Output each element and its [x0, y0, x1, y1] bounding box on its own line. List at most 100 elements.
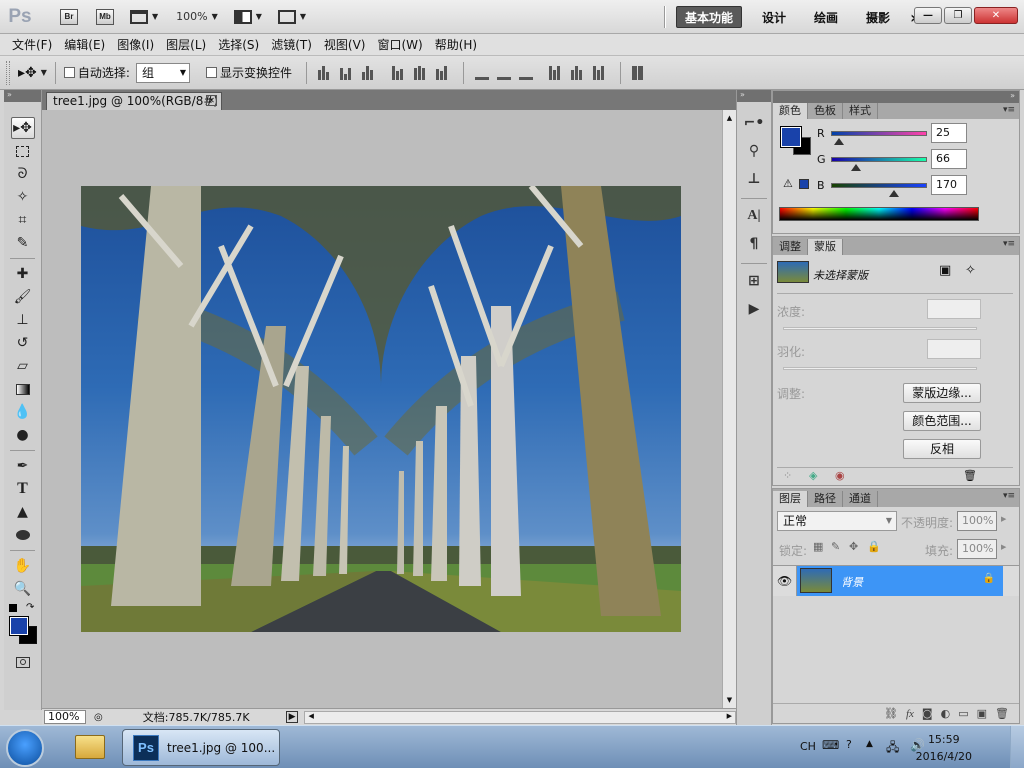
g-value-field[interactable]: 66: [931, 149, 967, 169]
arrange-documents-button[interactable]: ▼: [233, 6, 262, 28]
web-safe-swatch[interactable]: [799, 179, 809, 189]
tab-paths[interactable]: 路径: [808, 491, 843, 507]
lock-position-icon[interactable]: ✥: [849, 540, 858, 553]
gradient-tool-icon[interactable]: [11, 378, 35, 400]
eraser-tool-icon[interactable]: ▱: [11, 355, 35, 377]
fill-field[interactable]: 100%: [957, 539, 997, 559]
menu-select[interactable]: 选择(S): [212, 34, 265, 56]
menu-help[interactable]: 帮助(H): [429, 34, 483, 56]
distribute-left-icon[interactable]: [548, 65, 565, 80]
align-bottom-icon[interactable]: [361, 65, 378, 80]
align-top-icon[interactable]: [317, 65, 334, 80]
eyedropper-tool-icon[interactable]: ✎: [11, 232, 35, 254]
tab-layers[interactable]: 图层: [773, 491, 808, 507]
horizontal-scrollbar[interactable]: ◀ ▶: [304, 710, 736, 724]
tab-adjustments[interactable]: 调整: [773, 239, 808, 255]
zoom-level-select[interactable]: 100% ▼: [176, 6, 218, 28]
b-slider-thumb[interactable]: [889, 190, 899, 197]
screen-mode-button[interactable]: ▼: [277, 6, 306, 28]
opacity-caret[interactable]: ▶: [1001, 515, 1006, 523]
healing-brush-tool-icon[interactable]: ✚: [11, 263, 35, 285]
tray-expand-icon[interactable]: ▲: [866, 739, 873, 749]
r-value-field[interactable]: 25: [931, 123, 967, 143]
menu-image[interactable]: 图像(I): [111, 34, 160, 56]
explorer-taskbar-icon[interactable]: [66, 729, 114, 766]
align-vcenter-icon[interactable]: [339, 66, 356, 80]
hand-tool-icon[interactable]: ✋: [11, 555, 35, 577]
document-image[interactable]: [81, 186, 681, 632]
marquee-tool-icon[interactable]: [11, 140, 35, 162]
crop-tool-icon[interactable]: ⌗: [11, 209, 35, 231]
start-button[interactable]: [6, 729, 44, 767]
color-panel-fg-swatch[interactable]: [780, 126, 802, 148]
options-grip[interactable]: [6, 60, 10, 85]
invert-button[interactable]: 反相: [903, 439, 981, 459]
vertical-scrollbar[interactable]: ▲ ▼: [722, 110, 736, 708]
menu-view[interactable]: 视图(V): [318, 34, 372, 56]
swap-colors-icon[interactable]: ↷: [26, 602, 34, 613]
apply-mask-icon[interactable]: ◈: [809, 469, 817, 482]
new-layer-icon[interactable]: ▣: [977, 707, 987, 720]
new-adjustment-layer-icon[interactable]: ◐: [941, 707, 951, 720]
layer-row[interactable]: 👁 背景 🔒: [773, 566, 1019, 596]
link-layers-icon[interactable]: ⛓: [884, 707, 898, 720]
color-range-button[interactable]: 颜色范围...: [903, 411, 981, 431]
opacity-field[interactable]: 100%: [957, 511, 997, 531]
canvas-area[interactable]: [42, 110, 722, 708]
pen-tool-icon[interactable]: ✒: [11, 455, 35, 477]
lock-image-icon[interactable]: ✎: [831, 540, 840, 553]
network-icon[interactable]: 🖧: [886, 738, 899, 759]
scroll-up-icon[interactable]: ▲: [723, 114, 736, 122]
lock-all-icon[interactable]: 🔒: [867, 540, 881, 553]
lasso-tool-icon[interactable]: ᘐ: [11, 163, 35, 185]
restore-button[interactable]: ❐: [944, 7, 972, 24]
move-tool-icon[interactable]: ▸✥: [10, 117, 35, 139]
color-panel-collapse[interactable]: »: [773, 91, 1019, 103]
foreground-color-swatch[interactable]: [9, 616, 29, 636]
help-icon[interactable]: ?: [846, 738, 852, 751]
workspace-painting[interactable]: 绘画: [806, 6, 846, 28]
menu-window[interactable]: 窗口(W): [371, 34, 428, 56]
quick-mask-icon[interactable]: [11, 651, 35, 673]
delete-mask-icon[interactable]: 🗑: [963, 469, 977, 482]
status-options-icon[interactable]: ◎: [94, 712, 103, 723]
close-button[interactable]: ✕: [974, 7, 1018, 24]
mask-edge-button[interactable]: 蒙版边缘...: [903, 383, 981, 403]
menu-filter[interactable]: 滤镜(T): [265, 34, 318, 56]
layer-visibility-eye-icon[interactable]: 👁: [777, 574, 792, 588]
brush-tool-icon[interactable]: 🖌: [11, 286, 35, 308]
brush-panel-icon[interactable]: ⚲: [741, 140, 767, 162]
scroll-left-icon[interactable]: ◀: [308, 712, 313, 720]
history-brush-tool-icon[interactable]: ↺: [11, 332, 35, 354]
clone-stamp-tool-icon[interactable]: ⊥: [11, 309, 35, 331]
auto-select-checkbox[interactable]: [63, 67, 75, 78]
g-slider[interactable]: [831, 157, 927, 162]
tab-color[interactable]: 颜色: [773, 103, 808, 119]
clone-source-icon[interactable]: ⊥: [741, 168, 767, 190]
layer-row-selected[interactable]: 背景 🔒: [797, 566, 1003, 596]
align-right-icon[interactable]: [435, 65, 452, 80]
status-menu-icon[interactable]: ▶: [285, 711, 299, 723]
auto-align-layers-icon[interactable]: [631, 65, 648, 80]
tab-masks[interactable]: 蒙版: [808, 239, 843, 255]
masks-panel-menu-icon[interactable]: ▾≡: [1003, 239, 1015, 249]
blend-mode-select[interactable]: 正常 ▼: [777, 511, 897, 531]
color-panel-menu-icon[interactable]: ▾≡: [1003, 105, 1015, 115]
vector-mask-icon[interactable]: ✧: [965, 263, 976, 278]
document-tab[interactable]: tree1.jpg @ 100%(RGB/8#) ✕: [46, 92, 222, 110]
workspace-design[interactable]: 设计: [754, 6, 794, 28]
scroll-right-icon[interactable]: ▶: [727, 712, 732, 720]
tool-preset-picker[interactable]: ▸✥ ▼: [18, 65, 47, 81]
actions-panel-icon[interactable]: ▶: [741, 298, 767, 320]
menu-file[interactable]: 文件(F): [6, 34, 58, 56]
blur-tool-icon[interactable]: 💧: [11, 401, 35, 423]
menu-edit[interactable]: 编辑(E): [58, 34, 111, 56]
add-mask-icon[interactable]: ◙: [922, 707, 933, 720]
color-spectrum-bar[interactable]: [779, 207, 979, 221]
mini-bridge-button[interactable]: Mb: [96, 6, 114, 28]
taskbar-clock[interactable]: 15:59 2016/4/20: [916, 731, 972, 765]
language-indicator[interactable]: CH: [800, 740, 816, 753]
scroll-down-icon[interactable]: ▼: [723, 696, 736, 704]
b-slider[interactable]: [831, 183, 927, 188]
tab-channels[interactable]: 通道: [843, 491, 878, 507]
